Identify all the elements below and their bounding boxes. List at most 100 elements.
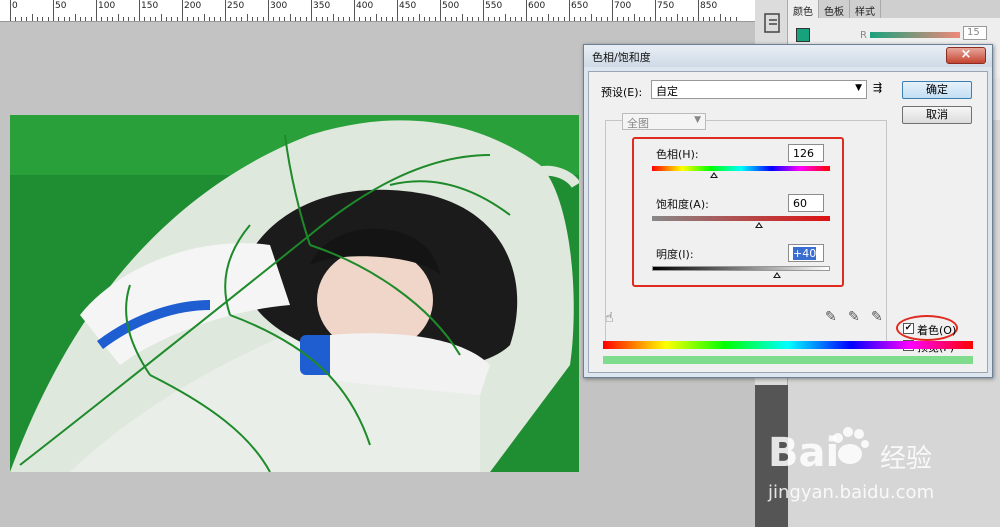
hue-slider-thumb[interactable] [710, 172, 719, 178]
tab-swatches[interactable]: 色板 [819, 0, 850, 18]
ruler-label: 250 [227, 1, 245, 11]
ruler-tick [139, 0, 140, 21]
saturation-label: 饱和度(A): [656, 198, 709, 211]
tab-color[interactable]: 颜色 [788, 0, 819, 18]
colorize-checkbox[interactable]: ✔ [903, 323, 914, 334]
ruler-minor-tick [504, 14, 506, 21]
dialog-titlebar[interactable]: 色相/饱和度 × [584, 45, 992, 67]
watermark-url: jingyan.baidu.com [768, 482, 935, 503]
chevron-down-icon: ▼ [855, 83, 862, 93]
ruler-tick [526, 0, 527, 21]
cancel-button[interactable]: 取消 [902, 106, 972, 124]
ruler-tick [612, 0, 613, 21]
ruler-minor-tick [375, 14, 377, 21]
eyedropper-plus-icon[interactable]: ✎ [848, 309, 860, 325]
ruler-minor-tick [461, 14, 463, 21]
sliders-highlight-box: 色相(H): 126 饱和度(A): 60 明度(I): +40 [632, 137, 844, 287]
ruler-label: 300 [270, 1, 288, 11]
edit-range-select[interactable]: 全图 ▼ [622, 113, 706, 130]
close-button[interactable]: × [946, 47, 986, 64]
ruler-minor-tick [160, 14, 162, 21]
ruler-minor-tick [246, 14, 248, 21]
foreground-color-swatch[interactable] [796, 28, 810, 42]
paw-logo-icon [833, 427, 869, 464]
baidu-jingyan-watermark: Bai 经验 jingyan.baidu.com [768, 427, 1000, 527]
ruler-tick [397, 0, 398, 21]
hand-target-icon[interactable]: ☝ [605, 310, 614, 326]
horizontal-ruler: 0 50 100 150 200 250 300 350 400 450 500 550 600 650 7… [0, 0, 755, 22]
ruler-minor-tick [289, 14, 291, 21]
ruler-tick [698, 0, 699, 21]
hue-slider-track[interactable] [652, 166, 830, 171]
lightness-value: +40 [793, 247, 817, 260]
ruler-label: 700 [614, 1, 632, 11]
ruler-tick [225, 0, 226, 21]
ruler-label: 50 [55, 1, 67, 11]
ruler-tick [483, 0, 484, 21]
ruler-label: 850 [700, 1, 718, 11]
ruler-label: 750 [657, 1, 675, 11]
ruler-tick [655, 0, 656, 21]
hue-value: 126 [793, 147, 814, 160]
ruler-minor-tick [203, 14, 205, 21]
ruler-label: 550 [485, 1, 503, 11]
preset-options-icon[interactable]: ⇶ [873, 81, 882, 94]
lightness-label: 明度(I): [656, 248, 694, 261]
ruler-minor-tick [117, 14, 119, 21]
hue-value-field[interactable]: 126 [788, 144, 824, 162]
preset-select[interactable]: 自定 ▼ [651, 80, 867, 99]
ruler-tick [182, 0, 183, 21]
ruler-tick [268, 0, 269, 21]
ruler-label: 100 [98, 1, 116, 11]
colorized-photo-image [10, 115, 579, 472]
ok-button[interactable]: 确定 [902, 81, 972, 99]
lightness-value-field[interactable]: +40 [788, 244, 824, 262]
channel-r-slider[interactable] [870, 32, 960, 38]
ruler-tick [311, 0, 312, 21]
ruler-label: 500 [442, 1, 460, 11]
ruler-label: 650 [571, 1, 589, 11]
preset-label: 预设(E): [601, 86, 643, 99]
saturation-value-field[interactable]: 60 [788, 194, 824, 212]
eyedropper-icon[interactable]: ✎ [825, 309, 837, 325]
lightness-slider-track[interactable] [652, 266, 830, 271]
preset-value: 自定 [656, 85, 678, 98]
lightness-slider-thumb[interactable] [772, 272, 781, 278]
ruler-minor-tick [332, 14, 334, 21]
ruler-tick [354, 0, 355, 21]
dialog-title: 色相/饱和度 [592, 51, 651, 64]
hue-saturation-dialog: 色相/饱和度 × 预设(E): 自定 ▼ ⇶ 确定 取消 全图 ▼ 色相(H):… [583, 44, 993, 378]
ruler-minor-tick [31, 14, 33, 21]
ruler-tick [440, 0, 441, 21]
ruler-minor-tick [676, 14, 678, 21]
hue-label: 色相(H): [656, 148, 699, 161]
saturation-value: 60 [793, 197, 807, 210]
eyedropper-minus-icon[interactable]: ✎ [871, 309, 883, 325]
ruler-minor-tick [590, 14, 592, 21]
ruler-label: 450 [399, 1, 417, 11]
saturation-slider-track[interactable] [652, 216, 830, 221]
ruler-tick [53, 0, 54, 21]
ruler-minor-tick [633, 14, 635, 21]
ruler-label: 400 [356, 1, 374, 11]
ruler-label: 200 [184, 1, 202, 11]
saturation-slider-thumb[interactable] [754, 222, 763, 228]
output-color-bar [603, 356, 973, 364]
ruler-label: 0 [12, 1, 18, 11]
ruler-tick [96, 0, 97, 21]
channel-r-label: R [860, 30, 867, 41]
chevron-down-icon: ▼ [694, 115, 701, 125]
colorize-label: 着色(O) [917, 324, 957, 337]
document-canvas[interactable] [10, 115, 579, 472]
dialog-body: 预设(E): 自定 ▼ ⇶ 确定 取消 全图 ▼ 色相(H): 126 饱和度(… [588, 71, 988, 373]
ruler-tick [10, 0, 11, 21]
ruler-minor-tick [547, 14, 549, 21]
ruler-minor-tick [719, 14, 721, 21]
channel-r-value[interactable]: 15 [963, 26, 987, 40]
input-color-bar [603, 341, 973, 349]
ruler-minor-tick [74, 14, 76, 21]
tab-styles[interactable]: 样式 [850, 0, 881, 18]
edit-range-value: 全图 [627, 117, 649, 130]
ruler-minor-tick [418, 14, 420, 21]
color-panel-tabs: 颜色 色板 样式 [788, 0, 1000, 18]
